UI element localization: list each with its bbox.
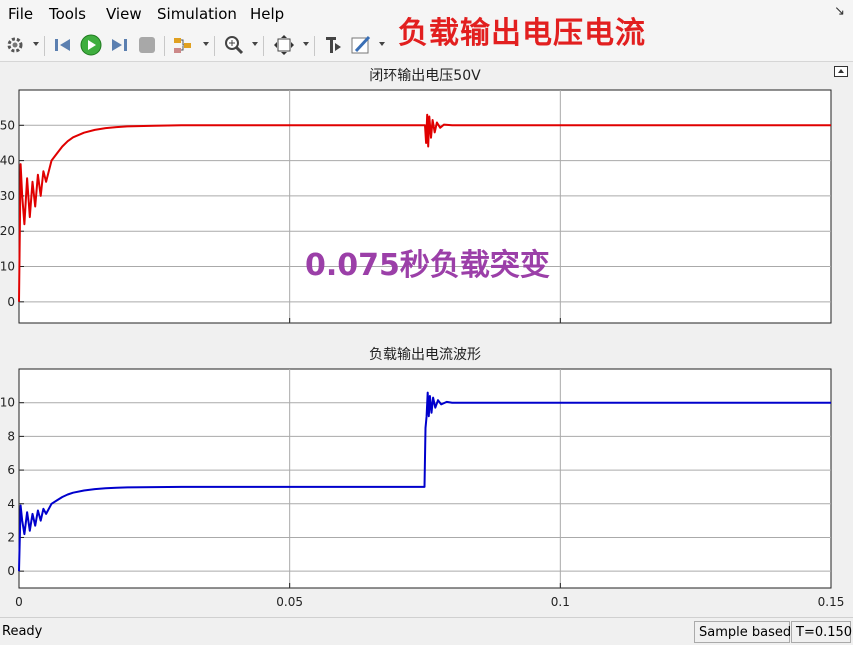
signal-select-icon[interactable] (172, 34, 194, 56)
signal-dropdown-icon[interactable] (203, 42, 209, 46)
headline-label: 负载输出电压电流 (398, 16, 646, 51)
fit-dropdown-icon[interactable] (303, 42, 309, 46)
annotation-label: 0.075秒负载突变 (305, 248, 550, 283)
gear-icon[interactable] (4, 34, 26, 56)
y-tick-label: 6 (7, 463, 15, 477)
style-dropdown-icon[interactable] (379, 42, 385, 46)
menu-file[interactable]: File (8, 5, 33, 23)
y-tick-label: 30 (0, 189, 15, 203)
plot-title: 负载输出电流波形 (369, 347, 481, 363)
cursor-measure-icon[interactable] (322, 34, 344, 56)
status-ready: Ready (2, 624, 43, 639)
fit-axes-icon[interactable] (273, 34, 295, 56)
y-tick-label: 8 (7, 429, 15, 443)
y-tick-label: 0 (7, 295, 15, 309)
y-tick-label: 50 (0, 118, 15, 132)
y-tick-label: 10 (0, 396, 15, 410)
plot-title: 闭环输出电压50V (369, 68, 481, 84)
run-icon[interactable] (80, 34, 102, 56)
y-tick-label: 10 (0, 260, 15, 274)
x-tick-label: 0.05 (276, 595, 303, 609)
status-time: T=0.150 (791, 621, 852, 643)
zoom-dropdown-icon[interactable] (252, 42, 258, 46)
status-sample-mode: Sample based (694, 621, 791, 643)
plot-area: 闭环输出电压50V 0 10 20 30 40 50 负载输出电流波形 0 2 4 6 8 10 0 0.05… (0, 63, 853, 615)
stop-icon[interactable] (136, 34, 158, 56)
step-back-icon[interactable] (52, 34, 74, 56)
undock-icon[interactable] (834, 66, 848, 77)
zoom-icon[interactable] (223, 34, 245, 56)
y-tick-label: 2 (7, 530, 15, 544)
scope-window: File Tools View Simulation Help ↘ 负载输出电压… (0, 0, 853, 645)
x-tick-label: 0 (15, 595, 23, 609)
status-bar: Ready Sample based T=0.150 (0, 617, 853, 645)
y-tick-label: 4 (7, 497, 15, 511)
y-tick-label: 20 (0, 224, 15, 238)
menu-view[interactable]: View (106, 5, 142, 23)
y-tick-label: 40 (0, 154, 15, 168)
menu-tools[interactable]: Tools (49, 5, 86, 23)
menu-simulation[interactable]: Simulation (157, 5, 237, 23)
gear-dropdown-icon[interactable] (33, 42, 39, 46)
scope-plots: 闭环输出电压50V 0 10 20 30 40 50 负载输出电流波形 0 2 4 6 8 10 0 0.05… (0, 68, 845, 609)
y-tick-label: 0 (7, 564, 15, 578)
style-pen-icon[interactable] (350, 34, 372, 56)
x-tick-label: 0.15 (818, 595, 845, 609)
collapse-arrow-icon[interactable]: ↘ (834, 4, 845, 19)
x-tick-label: 0.1 (551, 595, 570, 609)
menu-help[interactable]: Help (250, 5, 284, 23)
step-forward-icon[interactable] (108, 34, 130, 56)
